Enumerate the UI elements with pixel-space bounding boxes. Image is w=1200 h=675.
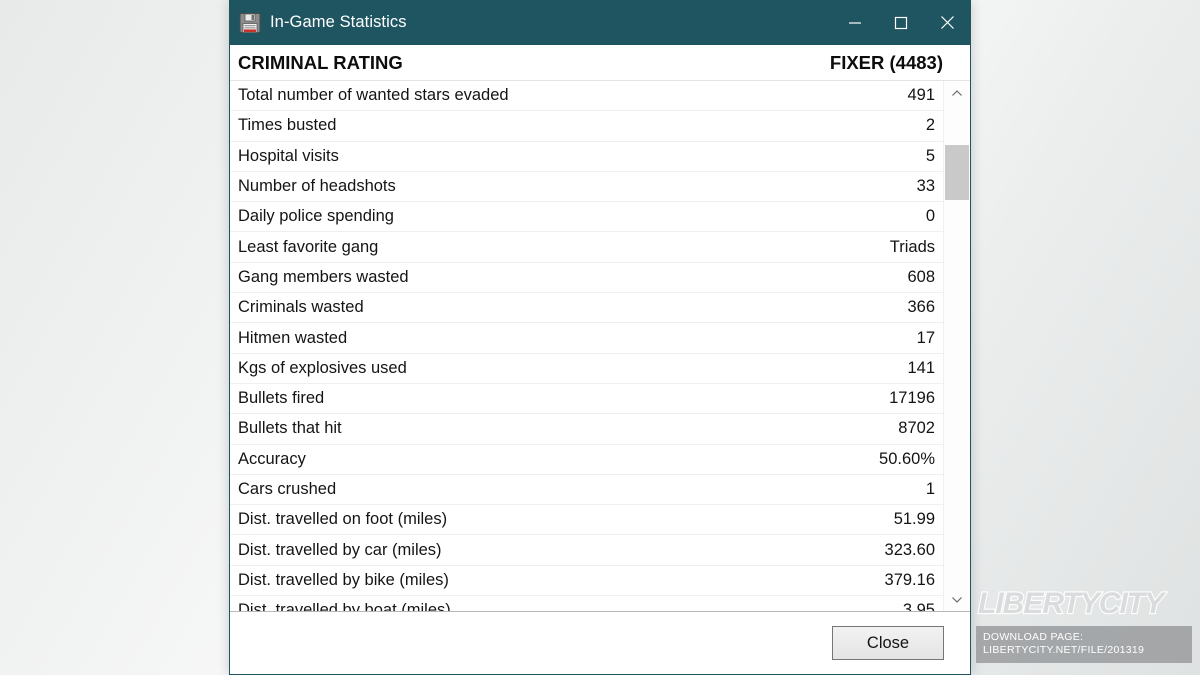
stat-value: 379.16 [871,571,935,590]
minimize-button[interactable] [832,0,878,45]
stat-label: Cars crushed [238,480,912,499]
stat-row[interactable]: Times busted2 [230,111,943,141]
stat-row[interactable]: Criminals wasted366 [230,293,943,323]
watermark-line-2: LIBERTYCITY.NET/FILE/201319 [983,644,1185,657]
stats-window: In-Game Statistics CRIMINAL RATING [229,0,971,675]
stat-row[interactable]: Dist. travelled by bike (miles)379.16 [230,566,943,596]
window-controls [832,0,970,45]
stat-label: Gang members wasted [238,268,893,287]
stat-row[interactable]: Gang members wasted608 [230,263,943,293]
close-window-button[interactable] [924,0,970,45]
close-button[interactable]: Close [832,626,944,660]
window-title: In-Game Statistics [270,13,832,32]
stat-value: 608 [893,268,935,287]
stat-value: 17196 [875,389,935,408]
criminal-rating-value: FIXER (4483) [830,52,943,74]
watermark-line-1: DOWNLOAD PAGE: [983,631,1185,644]
stat-row[interactable]: Least favorite gangTriads [230,232,943,262]
libertycity-watermark: LIBERTYCITY LIBERTYCITY DOWNLOAD PAGE: L… [976,583,1192,663]
close-icon [940,15,955,30]
stat-row[interactable]: Cars crushed1 [230,475,943,505]
stat-row[interactable]: Daily police spending0 [230,202,943,232]
vertical-scrollbar[interactable] [943,81,970,611]
stat-value: 17 [903,329,935,348]
chevron-down-icon [951,595,963,604]
stat-value: 33 [903,177,935,196]
scrollbar-track[interactable] [944,105,970,587]
stat-value: 141 [893,359,935,378]
stat-row[interactable]: Number of headshots33 [230,172,943,202]
stat-row[interactable]: Bullets fired17196 [230,384,943,414]
stat-row[interactable]: Dist. travelled by boat (miles)3.95 [230,596,943,611]
stat-label: Bullets fired [238,389,875,408]
stat-value: 2 [912,116,935,135]
stat-label: Dist. travelled by car (miles) [238,541,871,560]
stat-label: Times busted [238,116,912,135]
scrollbar-thumb[interactable] [945,145,969,200]
stat-label: Dist. travelled by bike (miles) [238,571,871,590]
maximize-icon [894,16,908,30]
stats-list-area: Total number of wanted stars evaded491Ti… [230,81,970,612]
stat-value: 50.60% [865,450,935,469]
stat-label: Least favorite gang [238,238,876,257]
title-bar: In-Game Statistics [230,0,970,45]
stat-value: 0 [912,207,935,226]
maximize-button[interactable] [878,0,924,45]
stat-row[interactable]: Hitmen wasted17 [230,323,943,353]
stat-value: 3.95 [889,601,935,611]
stat-row[interactable]: Accuracy50.60% [230,445,943,475]
stat-value: 491 [893,86,935,105]
stat-row[interactable]: Hospital visits5 [230,142,943,172]
stat-value: 366 [893,298,935,317]
criminal-rating-header: CRIMINAL RATING FIXER (4483) [230,45,970,81]
stat-label: Criminals wasted [238,298,893,317]
stat-label: Bullets that hit [238,419,884,438]
floppy-disk-icon [239,12,261,34]
stat-row[interactable]: Kgs of explosives used141 [230,354,943,384]
stat-value: Triads [876,238,935,257]
stat-row[interactable]: Dist. travelled by car (miles)323.60 [230,535,943,565]
criminal-rating-label: CRIMINAL RATING [238,52,830,74]
stat-label: Accuracy [238,450,865,469]
stat-label: Daily police spending [238,207,912,226]
svg-text:LIBERTYCITY: LIBERTYCITY [978,587,1167,620]
libertycity-logo-icon: LIBERTYCITY LIBERTYCITY [976,583,1190,623]
stat-value: 323.60 [871,541,935,560]
stat-row[interactable]: Bullets that hit8702 [230,414,943,444]
stat-label: Hospital visits [238,147,912,166]
stat-value: 1 [912,480,935,499]
chevron-up-icon [951,89,963,98]
stat-value: 51.99 [880,510,935,529]
stat-label: Number of headshots [238,177,903,196]
watermark-download-bar: DOWNLOAD PAGE: LIBERTYCITY.NET/FILE/2013… [976,626,1192,663]
scroll-down-button[interactable] [944,587,970,611]
stats-list[interactable]: Total number of wanted stars evaded491Ti… [230,81,943,611]
stat-label: Dist. travelled on foot (miles) [238,510,880,529]
stat-label: Dist. travelled by boat (miles) [238,601,889,611]
stat-value: 5 [912,147,935,166]
stat-row[interactable]: Total number of wanted stars evaded491 [230,81,943,111]
stat-label: Kgs of explosives used [238,359,893,378]
stat-label: Total number of wanted stars evaded [238,86,893,105]
minimize-icon [848,16,862,30]
dialog-footer: Close [230,612,970,674]
scroll-up-button[interactable] [944,81,970,105]
stat-value: 8702 [884,419,935,438]
stat-row[interactable]: Dist. travelled on foot (miles)51.99 [230,505,943,535]
stat-label: Hitmen wasted [238,329,903,348]
